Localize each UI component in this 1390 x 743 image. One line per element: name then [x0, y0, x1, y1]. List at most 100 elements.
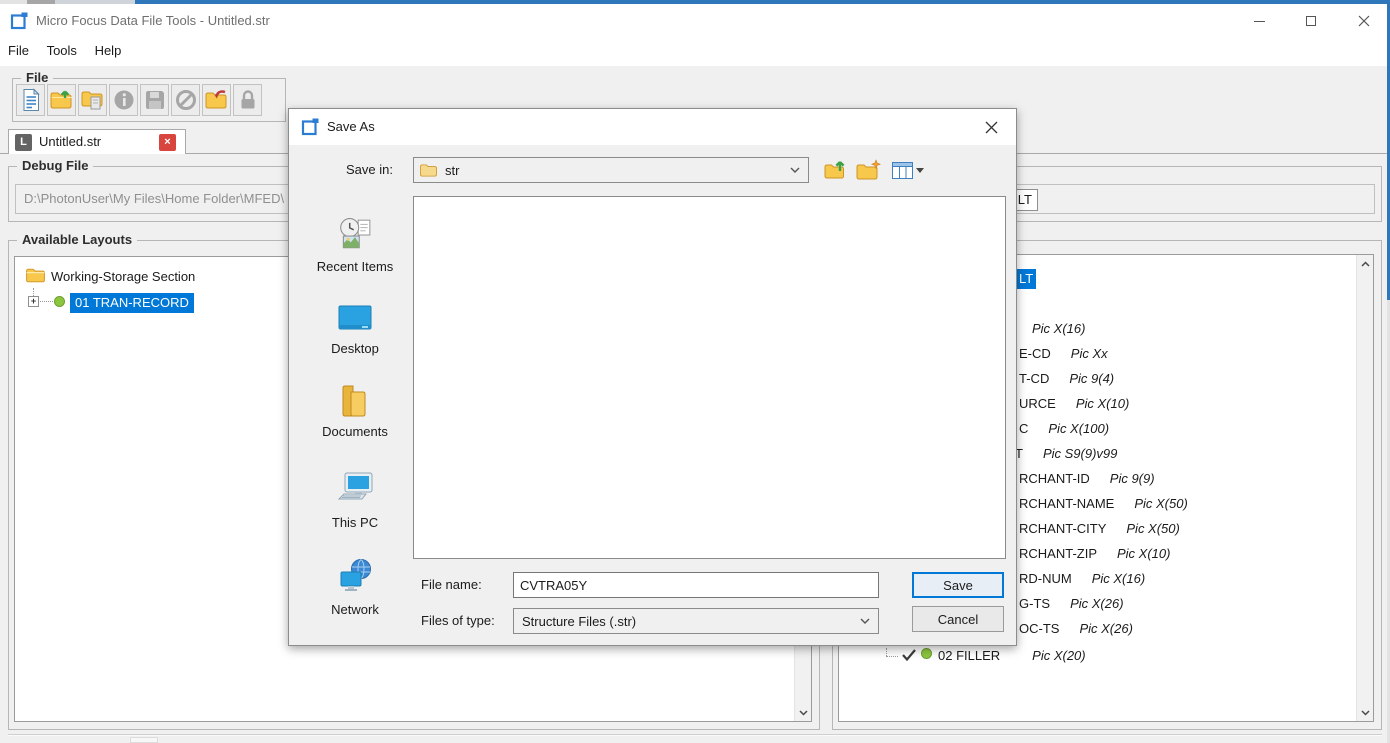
- up-one-level-icon: [824, 159, 848, 181]
- field-row[interactable]: OC-TSPic X(26): [1019, 620, 1133, 638]
- tree-node-tran-record[interactable]: 01 TRAN-RECORD: [70, 293, 194, 313]
- chevron-up-icon: [1361, 261, 1370, 267]
- scroll-down-button[interactable]: [1357, 704, 1373, 721]
- window-title: Micro Focus Data File Tools - Untitled.s…: [36, 4, 270, 38]
- app-logo-icon: [10, 12, 28, 33]
- tab-close-button[interactable]: ×: [159, 134, 176, 151]
- debug-file-label: Debug File: [17, 158, 93, 173]
- save-in-combobox[interactable]: str: [413, 157, 809, 183]
- chevron-down-icon: [1361, 710, 1370, 716]
- cancel-icon: [175, 89, 197, 111]
- tab-untitled[interactable]: L Untitled.str ×: [8, 129, 186, 154]
- field-row[interactable]: E-CDPic Xx: [1019, 345, 1108, 363]
- save-file-icon: [145, 90, 165, 110]
- minimize-icon: [1254, 21, 1265, 22]
- scroll-down-button[interactable]: [795, 704, 811, 721]
- close-icon: [985, 121, 998, 134]
- field-row[interactable]: RD-NUMPic X(16): [1019, 570, 1145, 588]
- documents-icon: [339, 384, 371, 418]
- field-row[interactable]: RCHANT-ZIPPic X(10): [1019, 545, 1170, 563]
- minimize-button[interactable]: [1237, 4, 1281, 38]
- file-name-input[interactable]: [513, 572, 879, 598]
- maximize-icon: [1306, 16, 1316, 26]
- place-label: Network: [301, 602, 409, 617]
- field-row[interactable]: TPic S9(9)v99: [1015, 445, 1117, 463]
- new-file-button[interactable]: [16, 84, 45, 116]
- menu-file[interactable]: File: [8, 38, 29, 63]
- field-row[interactable]: Pic X(16): [1019, 320, 1085, 338]
- folder-icon: [26, 268, 45, 286]
- field-row[interactable]: URCEPic X(10): [1019, 395, 1129, 413]
- tree-node-label: 01 TRAN-RECORD: [75, 295, 189, 310]
- field-row[interactable]: RCHANT-IDPic 9(9): [1019, 470, 1155, 488]
- place-recent-items[interactable]: Recent Items: [301, 217, 409, 274]
- maximize-button[interactable]: [1289, 4, 1333, 38]
- place-network[interactable]: Network: [301, 558, 409, 617]
- save-file-button[interactable]: [140, 84, 169, 116]
- files-of-type-combobox[interactable]: Structure Files (.str): [513, 608, 879, 634]
- this-pc-icon: [335, 471, 375, 509]
- available-layouts-label: Available Layouts: [17, 232, 137, 247]
- tree-connector: [40, 301, 53, 302]
- close-file-icon: [205, 89, 229, 111]
- bottom-divider-highlight: [8, 735, 1382, 736]
- cancel-button[interactable]: [171, 84, 200, 116]
- default-layout-fragment: LT: [1018, 192, 1032, 207]
- field-status-dot: [921, 648, 932, 659]
- field-row[interactable]: G-TSPic X(26): [1019, 595, 1124, 613]
- menu-tools[interactable]: Tools: [47, 38, 77, 63]
- dialog-close-button[interactable]: [972, 109, 1010, 145]
- file-name-label: File name:: [421, 572, 482, 598]
- fields-scrollbar[interactable]: [1356, 255, 1373, 721]
- open-data-file-button[interactable]: [78, 84, 107, 116]
- chevron-down-icon: [799, 710, 808, 716]
- debug-file-path: D:\PhotonUser\My Files\Home Folder\MFED\: [24, 191, 284, 206]
- menu-help[interactable]: Help: [95, 38, 122, 63]
- file-list-panel[interactable]: [413, 196, 1006, 559]
- place-desktop[interactable]: Desktop: [301, 303, 409, 356]
- menubar: File Tools Help: [0, 38, 1387, 66]
- place-label: Recent Items: [301, 259, 409, 274]
- save-button[interactable]: Save: [912, 572, 1004, 598]
- open-file-button[interactable]: [47, 84, 76, 116]
- titlebar: Micro Focus Data File Tools - Untitled.s…: [0, 4, 1387, 38]
- place-this-pc[interactable]: This PC: [301, 471, 409, 530]
- scroll-up-button[interactable]: [1357, 255, 1373, 272]
- record-status-dot: [54, 296, 65, 307]
- recent-items-icon: [337, 217, 373, 253]
- tree-expand-button[interactable]: +: [28, 296, 39, 307]
- file-information-icon: [113, 89, 135, 111]
- close-icon: [1358, 15, 1370, 27]
- cancel-button-label: Cancel: [938, 612, 978, 627]
- close-button[interactable]: [1341, 4, 1387, 38]
- selected-layout-fragment[interactable]: LT: [1014, 269, 1036, 289]
- desktop-icon: [336, 303, 374, 335]
- up-one-level-button[interactable]: [823, 158, 849, 182]
- view-menu-button[interactable]: [889, 158, 927, 182]
- files-of-type-value: Structure Files (.str): [522, 614, 636, 629]
- lock-icon: [238, 89, 258, 111]
- tree-node-working-storage[interactable]: Working-Storage Section: [51, 269, 195, 284]
- tree-connector: [886, 648, 887, 656]
- field-row[interactable]: RCHANT-CITYPic X(50): [1019, 520, 1180, 538]
- view-menu-icon: [892, 162, 913, 179]
- save-button-label: Save: [943, 578, 973, 593]
- save-in-value: str: [445, 163, 459, 178]
- folder-icon: [420, 164, 437, 177]
- chevron-down-icon: [860, 618, 870, 624]
- create-new-folder-button[interactable]: [855, 158, 883, 182]
- close-file-button[interactable]: [202, 84, 231, 116]
- chevron-down-icon: [790, 167, 800, 173]
- place-documents[interactable]: Documents: [301, 384, 409, 439]
- field-row-filler[interactable]: 02 FILLERPic X(20): [938, 647, 1086, 665]
- selected-layout-label: LT: [1019, 271, 1033, 286]
- place-label: Documents: [301, 424, 409, 439]
- splitter-handle[interactable]: [130, 737, 158, 743]
- field-row[interactable]: RCHANT-NAMEPic X(50): [1019, 495, 1188, 513]
- file-information-button[interactable]: [109, 84, 138, 116]
- cancel-button[interactable]: Cancel: [912, 606, 1004, 632]
- place-label: This PC: [301, 515, 409, 530]
- field-row[interactable]: T-CDPic 9(4): [1019, 370, 1114, 388]
- field-row[interactable]: CPic X(100): [1019, 420, 1109, 438]
- lock-button[interactable]: [233, 84, 262, 116]
